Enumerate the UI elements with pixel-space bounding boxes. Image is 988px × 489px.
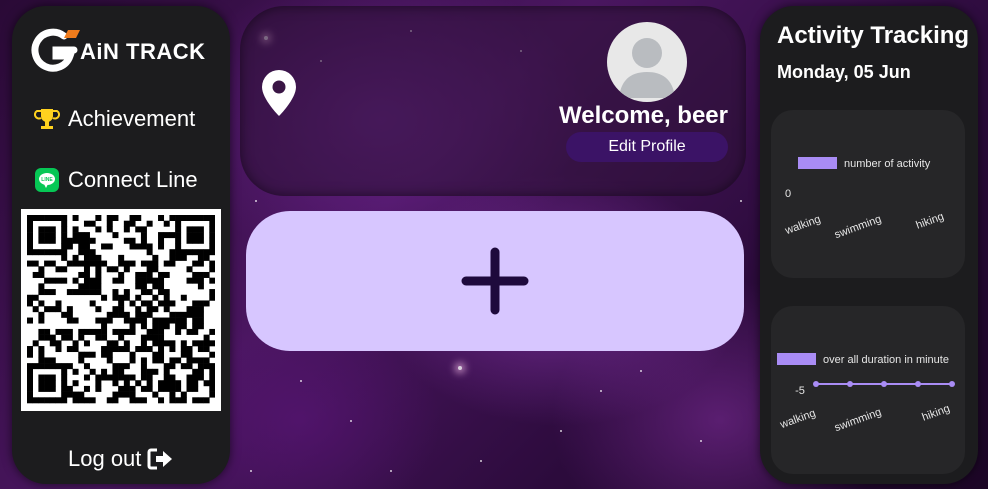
add-activity-button[interactable] <box>246 211 744 351</box>
svg-text:LINE: LINE <box>41 177 53 183</box>
brand-logo[interactable]: AiN TRACK <box>30 26 206 74</box>
sidebar-item-achievement[interactable]: Achievement <box>34 106 195 132</box>
y-tick-label: -5 <box>795 385 805 397</box>
qr-code <box>21 209 221 411</box>
welcome-text: Welcome, beer <box>559 102 728 129</box>
y-tick-label: 0 <box>785 188 791 200</box>
x-tick-label: swimming <box>833 406 883 434</box>
avatar[interactable] <box>607 22 687 102</box>
x-tick-label: hiking <box>920 403 951 424</box>
sidebar: AiN TRACK Achievement LINE Connect Line <box>12 6 230 484</box>
location-icon[interactable] <box>260 68 298 123</box>
data-point <box>915 381 921 387</box>
duration-chart: over all duration in minute -5 walking s… <box>771 306 965 474</box>
trophy-icon <box>34 106 60 132</box>
logout-label: Log out <box>68 446 142 471</box>
logout-button[interactable]: Log out <box>68 446 173 472</box>
panel-date: Monday, 05 Jun <box>777 62 911 82</box>
x-tick-label: walking <box>778 407 818 431</box>
line-icon: LINE <box>34 167 60 193</box>
panel-title: Activity Tracking <box>777 22 970 49</box>
plus-icon <box>461 247 529 315</box>
sidebar-item-label: Connect Line <box>68 167 198 192</box>
logo-mark-icon <box>31 28 80 72</box>
sidebar-item-connect-line[interactable]: LINE Connect Line <box>34 167 198 193</box>
legend-label: number of activity <box>844 158 931 170</box>
data-point <box>881 381 887 387</box>
logo-text: AiN TRACK <box>80 39 206 64</box>
x-tick-label: hiking <box>914 211 945 232</box>
activity-panel: Activity Tracking Monday, 05 Jun number … <box>760 6 978 484</box>
edit-profile-button[interactable]: Edit Profile <box>566 132 728 162</box>
data-point <box>847 381 853 387</box>
profile-card: Welcome, beer Edit Profile <box>240 6 746 196</box>
legend-swatch <box>777 353 816 365</box>
legend-swatch <box>798 157 837 169</box>
sidebar-item-label: Achievement <box>68 106 196 131</box>
data-point <box>813 381 819 387</box>
data-point <box>949 381 955 387</box>
logout-icon <box>147 448 173 470</box>
x-tick-label: walking <box>783 213 823 237</box>
x-tick-label: swimming <box>833 213 883 241</box>
activity-count-chart: number of activity 0 walking swimming hi… <box>771 110 965 278</box>
legend-label: over all duration in minute <box>823 354 949 366</box>
